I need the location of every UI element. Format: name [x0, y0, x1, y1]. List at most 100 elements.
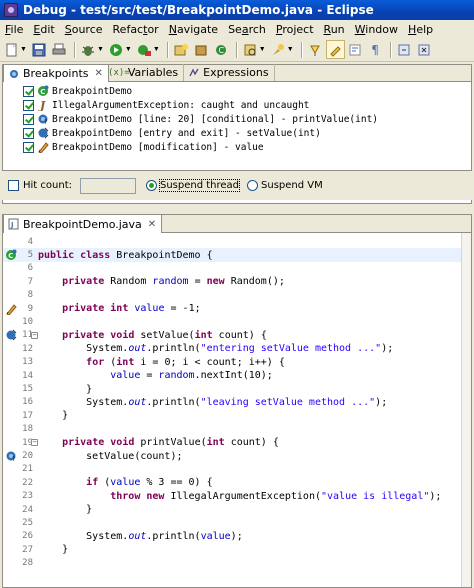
menu-run[interactable]: Run — [319, 23, 350, 36]
run-dropdown-icon[interactable]: ▼ — [125, 46, 132, 53]
breakpoint-item[interactable]: BreakpointDemo [modification] - value — [3, 140, 471, 154]
menu-window[interactable]: Window — [350, 23, 403, 36]
close-icon[interactable]: ✕ — [95, 68, 103, 79]
new-dropdown-icon[interactable]: ▼ — [20, 46, 27, 53]
code-line[interactable]: 26 System.out.println(value); — [3, 530, 471, 543]
code-line[interactable]: 13 for (int i = 0; i < count; i++) { — [3, 356, 471, 369]
new-class-icon[interactable]: C — [212, 40, 231, 59]
breakpoint-enabled-checkbox[interactable] — [23, 85, 34, 97]
menu-help[interactable]: Help — [403, 23, 438, 36]
menu-search[interactable]: Search — [223, 23, 271, 36]
tab-breakpointdemo-java[interactable]: J BreakpointDemo.java ✕ — [3, 215, 163, 233]
code-line[interactable]: 27 } — [3, 543, 471, 556]
print-icon[interactable] — [50, 40, 69, 59]
external-tools-dropdown-icon[interactable]: ▼ — [153, 46, 160, 53]
code-line[interactable]: ? 20 setValue(count); — [3, 449, 471, 462]
code-line[interactable]: 12 System.out.println("entering setValue… — [3, 342, 471, 355]
code-line[interactable]: 11− private void setValue(int count) { — [3, 329, 471, 342]
line-number: 10 — [22, 317, 33, 328]
breakpoint-label: BreakpointDemo — [52, 85, 133, 97]
code-line[interactable]: 16 System.out.println("leaving setValue … — [3, 396, 471, 409]
toggle-mark-occurrences-icon[interactable] — [325, 40, 345, 59]
breakpoint-item[interactable]: J IllegalArgumentException: caught and un… — [3, 98, 471, 112]
breakpoint-enabled-checkbox[interactable] — [23, 113, 34, 125]
code-line[interactable]: 10 — [3, 315, 471, 328]
tab-breakpoints[interactable]: Breakpoints ✕ — [3, 64, 109, 82]
open-type-icon[interactable] — [241, 40, 260, 59]
breakpoint-item[interactable]: ? BreakpointDemo [line: 20] [conditional]… — [3, 112, 471, 126]
method-breakpoint-icon[interactable] — [5, 329, 17, 341]
debug-dropdown-icon[interactable]: ▼ — [97, 46, 104, 53]
menu-edit[interactable]: Edit — [28, 23, 59, 36]
variables-icon: (x)= — [108, 67, 130, 78]
fold-collapse-icon[interactable]: − — [31, 439, 38, 447]
breakpoint-enabled-checkbox[interactable] — [23, 141, 34, 153]
save-icon[interactable] — [30, 40, 49, 59]
open-type-dropdown-icon[interactable]: ▼ — [259, 46, 266, 53]
show-whitespace-icon[interactable] — [346, 40, 365, 59]
menu-source[interactable]: Source — [60, 23, 108, 36]
code-text: } — [38, 504, 93, 516]
code-line[interactable]: 8 — [3, 289, 471, 302]
fold-collapse-icon[interactable]: − — [31, 331, 38, 339]
code-line[interactable]: 21 — [3, 463, 471, 476]
code-text: throw new IllegalArgumentException("valu… — [110, 490, 442, 502]
suspend-vm-radio[interactable]: Suspend VM — [247, 180, 323, 191]
breakpoint-enabled-checkbox[interactable] — [23, 127, 34, 139]
menu-refactor[interactable]: Refactor — [108, 23, 164, 36]
new-java-project-icon[interactable] — [172, 40, 191, 59]
breakpoint-item[interactable]: BreakpointDemo [entry and exit] - setVal… — [3, 126, 471, 140]
external-tools-icon[interactable] — [135, 40, 154, 59]
tab-variables[interactable]: (x)= Variables — [108, 64, 185, 81]
code-line[interactable]: 4 — [3, 235, 471, 248]
search-icon[interactable] — [269, 40, 288, 59]
code-text: private int value = -1; — [62, 303, 201, 315]
code-line[interactable]: 6 — [3, 262, 471, 275]
code-line[interactable]: 23 throw new IllegalArgumentException("v… — [3, 490, 471, 503]
code-line[interactable]: 15 } — [3, 382, 471, 395]
menu-navigate[interactable]: Navigate — [164, 23, 223, 36]
toolbar-separator — [166, 41, 168, 58]
breakpoint-item[interactable]: C BreakpointDemo — [3, 84, 471, 98]
code-line[interactable]: 25 — [3, 516, 471, 529]
code-line[interactable]: 28 — [3, 557, 471, 570]
breakpoint-label: BreakpointDemo [entry and exit] - setVal… — [52, 127, 321, 139]
code-line[interactable]: C 5 public class BreakpointDemo { — [3, 248, 471, 262]
code-line[interactable]: 9 private int value = -1; — [3, 302, 471, 315]
suspend-vm-radio-dot[interactable] — [247, 180, 259, 191]
code-line[interactable]: 22 if (value % 3 == 0) { — [3, 476, 471, 489]
code-line[interactable]: 14 value = random.nextInt(10); — [3, 369, 471, 382]
suspend-thread-radio-dot[interactable] — [145, 180, 157, 191]
code-line[interactable]: 7 private Random random = new Random(); — [3, 275, 471, 288]
line-number: 20 — [22, 451, 33, 462]
run-icon[interactable] — [107, 40, 126, 59]
code-line[interactable]: 24 } — [3, 503, 471, 516]
hit-count-checkbox[interactable] — [8, 180, 19, 191]
svg-text:?: ? — [12, 456, 15, 462]
class-load-breakpoint-icon[interactable]: C — [5, 249, 17, 261]
pilcrow-icon[interactable]: ¶ — [366, 40, 385, 59]
code-line[interactable]: 18 — [3, 423, 471, 436]
previous-edit-icon[interactable] — [415, 40, 434, 59]
next-annotation-icon[interactable] — [306, 40, 325, 59]
next-edit-icon[interactable] — [395, 40, 414, 59]
search-dropdown-icon[interactable]: ▼ — [287, 46, 294, 53]
watchpoint-icon[interactable] — [5, 303, 17, 315]
code-line[interactable]: 17 } — [3, 409, 471, 422]
suspend-thread-radio[interactable]: Suspend thread — [145, 179, 241, 192]
tab-expressions[interactable]: Expressions — [184, 64, 275, 81]
breakpoint-options: Hit count: Suspend thread Suspend VM — [2, 170, 472, 200]
menu-project[interactable]: Project — [271, 23, 319, 36]
breakpoint-icon — [8, 68, 20, 80]
line-breakpoint-icon[interactable]: ? — [5, 450, 17, 462]
debug-icon[interactable] — [79, 40, 98, 59]
code-area[interactable]: 4 C 5 public class BreakpointDemo {6 7 priva… — [3, 233, 471, 587]
new-icon[interactable] — [2, 40, 21, 59]
new-package-icon[interactable] — [192, 40, 211, 59]
close-icon[interactable]: ✕ — [148, 219, 156, 230]
hit-count-input[interactable] — [79, 177, 136, 194]
breakpoint-enabled-checkbox[interactable] — [23, 99, 34, 111]
menu-file[interactable]: File — [0, 23, 28, 36]
editor-vertical-scrollbar[interactable] — [461, 233, 471, 587]
code-line[interactable]: 19− private void printValue(int count) { — [3, 436, 471, 449]
